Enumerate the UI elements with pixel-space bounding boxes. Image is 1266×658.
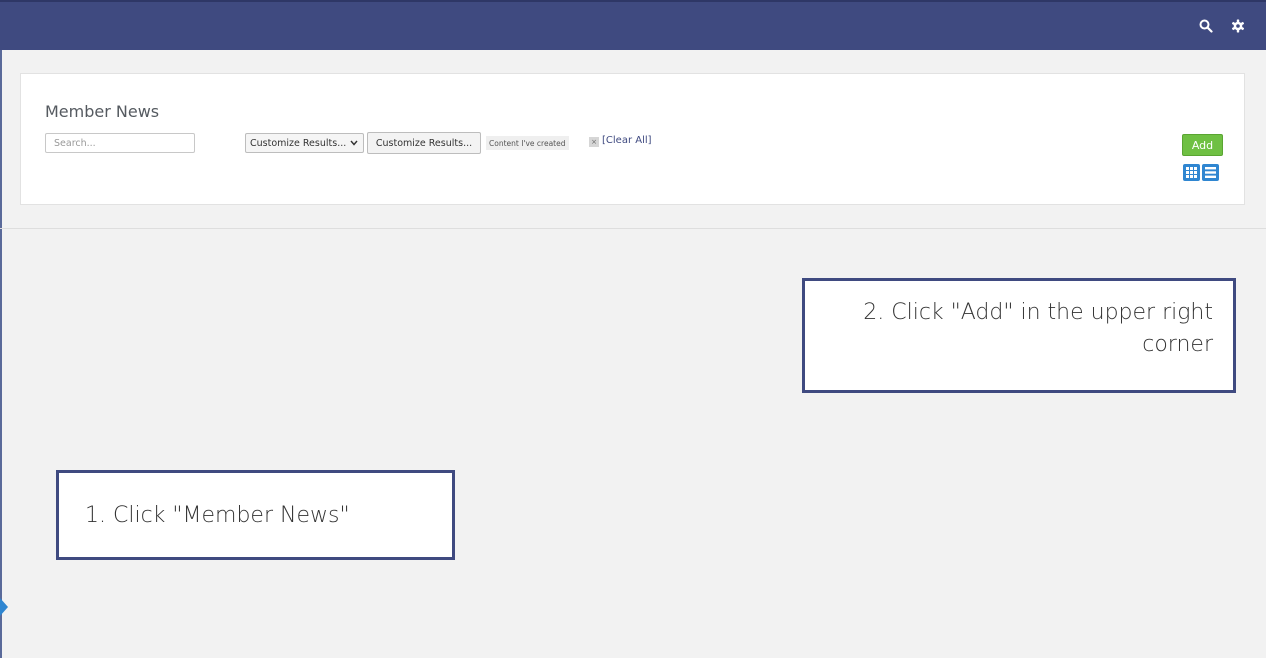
divider — [0, 228, 1266, 229]
instruction-text-step-1: 1. Click "Member News" — [85, 502, 350, 528]
list-view-icon[interactable] — [1202, 164, 1219, 181]
top-navigation-bar — [0, 0, 1266, 50]
search-input[interactable] — [45, 133, 195, 153]
instruction-text-step-2: 2. Click "Add" in the upper right corner — [863, 300, 1213, 357]
page-title[interactable]: Member News — [45, 102, 159, 121]
add-button[interactable]: Add — [1182, 134, 1223, 156]
instruction-callout-step-2: 2. Click "Add" in the upper right corner — [802, 278, 1236, 393]
clear-all-link[interactable]: [Clear All] — [602, 135, 652, 146]
grid-view-icon[interactable] — [1183, 164, 1200, 181]
remove-filter-icon[interactable]: × — [589, 137, 599, 147]
filter-tag-label: Content I've created — [489, 138, 566, 148]
customize-results-select[interactable]: Customize Results... — [245, 133, 364, 153]
instruction-callout-step-1: 1. Click "Member News" — [56, 470, 455, 560]
customize-results-select-value: Customize Results... — [250, 137, 347, 149]
gear-icon[interactable] — [1231, 18, 1245, 37]
chevron-down-icon — [350, 139, 358, 148]
search-icon[interactable] — [1199, 18, 1213, 37]
member-news-panel: Member News Customize Results... Customi… — [20, 73, 1245, 205]
rail-marker-icon[interactable] — [0, 598, 8, 616]
left-rail — [0, 50, 2, 658]
customize-results-button[interactable]: Customize Results... — [367, 132, 481, 154]
filter-tag: Content I've created — [486, 136, 569, 150]
